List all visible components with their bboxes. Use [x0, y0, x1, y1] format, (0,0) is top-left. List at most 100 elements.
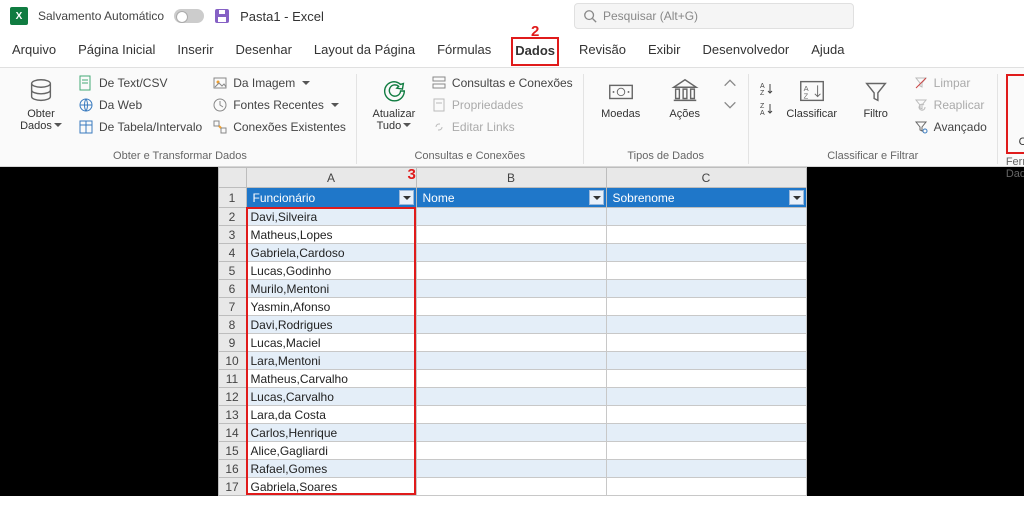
cell[interactable]: [606, 352, 806, 370]
tab-ajuda[interactable]: Ajuda: [809, 38, 846, 63]
cell[interactable]: [606, 424, 806, 442]
cell[interactable]: [416, 298, 606, 316]
propriedades-button[interactable]: Propriedades: [429, 96, 575, 114]
sort-asc-button[interactable]: AZ: [757, 80, 777, 98]
cell[interactable]: [416, 406, 606, 424]
cell[interactable]: [606, 406, 806, 424]
tab-arquivo[interactable]: Arquivo: [10, 38, 58, 63]
texto-para-colunas-button[interactable]: Texto para Colunas: [1010, 78, 1024, 150]
de-text-csv-button[interactable]: De Text/CSV: [76, 74, 204, 92]
cell[interactable]: [606, 334, 806, 352]
row-header[interactable]: 13: [218, 406, 246, 424]
cell[interactable]: [416, 208, 606, 226]
tab-formulas[interactable]: Fórmulas: [435, 38, 493, 63]
cell[interactable]: [416, 226, 606, 244]
cell[interactable]: [606, 298, 806, 316]
row-header[interactable]: 10: [218, 352, 246, 370]
cell[interactable]: [416, 370, 606, 388]
tab-revisao[interactable]: Revisão: [577, 38, 628, 63]
tab-desenvolvedor[interactable]: Desenvolvedor: [701, 38, 792, 63]
cell[interactable]: [416, 442, 606, 460]
cell[interactable]: [606, 388, 806, 406]
cell[interactable]: Murilo,Mentoni: [246, 280, 416, 298]
cell[interactable]: [416, 460, 606, 478]
cell[interactable]: Lucas,Godinho: [246, 262, 416, 280]
de-tabela-button[interactable]: De Tabela/Intervalo: [76, 118, 204, 136]
cell[interactable]: Matheus,Carvalho: [246, 370, 416, 388]
filter-button-b[interactable]: [589, 190, 604, 205]
da-web-button[interactable]: Da Web: [76, 96, 204, 114]
row-header[interactable]: 2: [218, 208, 246, 226]
cell[interactable]: [416, 424, 606, 442]
table-header-nome[interactable]: Nome: [416, 188, 606, 208]
cell[interactable]: Davi,Silveira: [246, 208, 416, 226]
row-header[interactable]: 3: [218, 226, 246, 244]
cell[interactable]: Rafael,Gomes: [246, 460, 416, 478]
cell[interactable]: Alice,Gagliardi: [246, 442, 416, 460]
filtro-button[interactable]: Filtro: [847, 74, 905, 122]
cell[interactable]: Carlos,Henrique: [246, 424, 416, 442]
cell[interactable]: [606, 280, 806, 298]
table-header-funcionario[interactable]: Funcionário: [246, 188, 416, 208]
row-header[interactable]: 15: [218, 442, 246, 460]
obter-dados-button[interactable]: Obter Dados: [12, 74, 70, 134]
cell[interactable]: [606, 370, 806, 388]
cell[interactable]: Lucas,Maciel: [246, 334, 416, 352]
worksheet[interactable]: 3 A B C 1 Funcionário Nome Sobrenome 2Da…: [218, 167, 807, 496]
cell[interactable]: [416, 316, 606, 334]
row-header[interactable]: 17: [218, 478, 246, 496]
atualizar-tudo-button[interactable]: Atualizar Tudo: [365, 74, 423, 134]
cell[interactable]: [416, 334, 606, 352]
filter-button-c[interactable]: [789, 190, 804, 205]
table-header-sobrenome[interactable]: Sobrenome: [606, 188, 806, 208]
cell[interactable]: [416, 262, 606, 280]
conexoes-existentes-button[interactable]: Conexões Existentes: [210, 118, 348, 136]
cell[interactable]: Yasmin,Afonso: [246, 298, 416, 316]
sort-desc-button[interactable]: ZA: [757, 100, 777, 118]
autosave-toggle[interactable]: [174, 9, 204, 23]
row-header[interactable]: 16: [218, 460, 246, 478]
tab-dados[interactable]: Dados: [511, 37, 559, 66]
cell[interactable]: [606, 208, 806, 226]
row-header-1[interactable]: 1: [218, 188, 246, 208]
cell[interactable]: [606, 478, 806, 496]
row-header[interactable]: 11: [218, 370, 246, 388]
moedas-button[interactable]: Moedas: [592, 74, 650, 122]
cell[interactable]: [416, 244, 606, 262]
tab-layout[interactable]: Layout da Página: [312, 38, 417, 63]
cell[interactable]: [416, 280, 606, 298]
row-header[interactable]: 7: [218, 298, 246, 316]
cell[interactable]: Lara,da Costa: [246, 406, 416, 424]
select-all-corner[interactable]: [218, 168, 246, 188]
col-header-c[interactable]: C: [606, 168, 806, 188]
row-header[interactable]: 12: [218, 388, 246, 406]
tab-desenhar[interactable]: Desenhar: [234, 38, 294, 63]
col-header-a[interactable]: A: [246, 168, 416, 188]
row-header[interactable]: 5: [218, 262, 246, 280]
row-header[interactable]: 14: [218, 424, 246, 442]
consultas-conexoes-button[interactable]: Consultas e Conexões: [429, 74, 575, 92]
cell[interactable]: Gabriela,Cardoso: [246, 244, 416, 262]
cell[interactable]: Lara,Mentoni: [246, 352, 416, 370]
tab-inserir[interactable]: Inserir: [175, 38, 215, 63]
row-header[interactable]: 8: [218, 316, 246, 334]
fontes-recentes-button[interactable]: Fontes Recentes: [210, 96, 348, 114]
avancado-button[interactable]: Avançado: [911, 118, 989, 136]
filter-button-a[interactable]: [399, 190, 414, 205]
cell[interactable]: [606, 460, 806, 478]
row-header[interactable]: 9: [218, 334, 246, 352]
tipos-scroll-up[interactable]: [720, 74, 740, 92]
save-icon[interactable]: [214, 8, 230, 24]
cell[interactable]: [606, 226, 806, 244]
cell[interactable]: [606, 244, 806, 262]
da-imagem-button[interactable]: Da Imagem: [210, 74, 348, 92]
cell[interactable]: [606, 262, 806, 280]
row-header[interactable]: 6: [218, 280, 246, 298]
search-input[interactable]: Pesquisar (Alt+G): [574, 3, 854, 29]
cell[interactable]: [606, 442, 806, 460]
cell[interactable]: Gabriela,Soares: [246, 478, 416, 496]
editar-links-button[interactable]: Editar Links: [429, 118, 575, 136]
tab-pagina-inicial[interactable]: Página Inicial: [76, 38, 157, 63]
cell[interactable]: Lucas,Carvalho: [246, 388, 416, 406]
row-header[interactable]: 4: [218, 244, 246, 262]
